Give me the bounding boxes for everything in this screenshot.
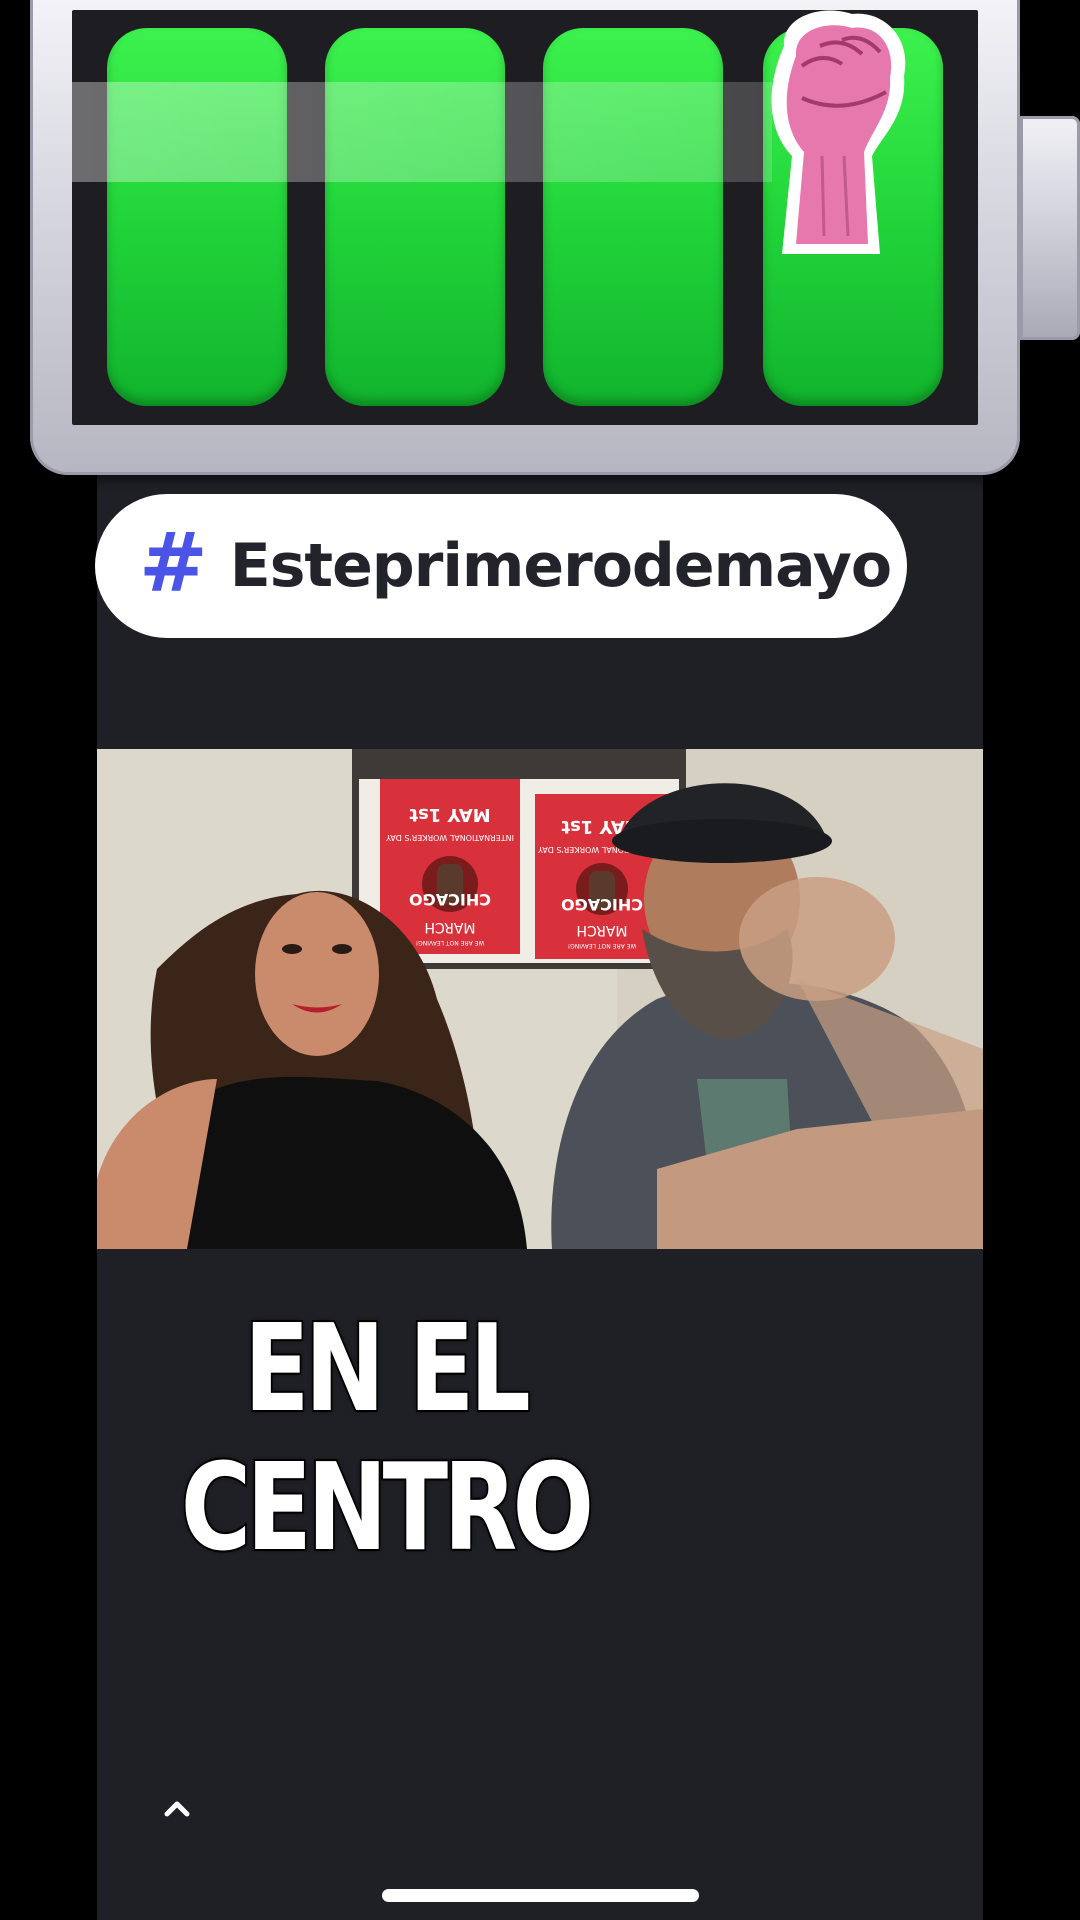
battery-cell — [107, 28, 287, 406]
video-scene: MAY 1st INTERNATIONAL WORKER'S DAY CHICA… — [97, 749, 983, 1249]
battery-cell — [543, 28, 723, 406]
hashtag-sticker[interactable]: # Esteprimerodemayo — [95, 494, 907, 638]
battery-cell — [325, 28, 505, 406]
battery-cap — [1020, 116, 1080, 340]
video-frame[interactable]: MAY 1st INTERNATIONAL WORKER'S DAY CHICA… — [97, 749, 983, 1249]
poster-left-title: MAY 1st — [409, 804, 491, 825]
poster-right-event: MARCH — [577, 922, 628, 938]
hashtag-text: Esteprimerodemayo — [229, 531, 892, 601]
raised-fist-sticker — [762, 6, 912, 260]
poster-right-city: CHICAGO — [561, 895, 643, 914]
poster-left-city: CHICAGO — [409, 890, 491, 909]
chevron-up-icon[interactable] — [163, 1798, 191, 1818]
video-caption: EN EL CENTRO — [179, 1298, 596, 1580]
poster-left-tagline: WE ARE NOT LEAVING! — [416, 939, 485, 946]
poster-left-event: MARCH — [425, 919, 476, 935]
hashtag-icon: # — [139, 516, 208, 611]
poster-left-subtitle: INTERNATIONAL WORKER'S DAY — [386, 833, 514, 842]
poster-right-tagline: WE ARE NOT LEAVING! — [568, 942, 637, 949]
poster-left: MAY 1st INTERNATIONAL WORKER'S DAY CHICA… — [380, 779, 520, 954]
story-screen: MAY 1st INTERNATIONAL WORKER'S DAY CHICA… — [0, 0, 1080, 1920]
home-indicator[interactable] — [382, 1889, 699, 1902]
